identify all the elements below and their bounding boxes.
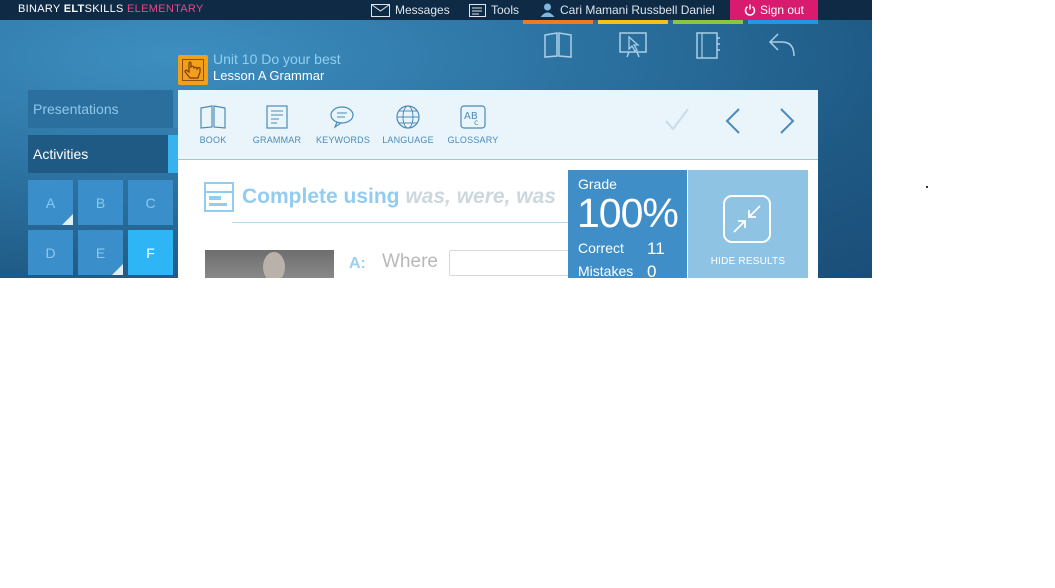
mistakes-value: 0 [647,262,657,281]
question-word: Where [382,251,438,272]
messages-label: Messages [395,3,450,17]
stray-dot [926,186,928,188]
completed-corner [112,264,123,275]
book-icon[interactable] [544,32,572,58]
activity-tile-a[interactable]: A [28,180,73,225]
mistakes-label: Mistakes [578,263,634,279]
heading-divider [232,222,612,223]
user-menu[interactable]: Cari Mamani Russbell Daniel [540,0,715,20]
exercise-title: Complete using was, were, was [242,185,556,209]
lesson-title: Lesson A Grammar [213,68,325,83]
book-icon [200,105,226,129]
tile-label: B [95,194,106,211]
presentations-label: Presentations [33,101,119,117]
unit-title: Unit 10 Do your best [213,51,341,67]
sidebar-item-presentations[interactable]: Presentations [28,90,178,128]
color-stripe-green [673,20,743,24]
collapse-arrows-icon [733,205,761,233]
collapse-frame [723,195,771,243]
svg-text:c: c [474,118,478,127]
exercise-photo [205,250,334,278]
toolbar-book-button[interactable]: BOOK [198,105,228,145]
hide-results-label: HIDE RESULTS [710,256,786,267]
speaker-label: A: [349,255,366,272]
sign-out-button[interactable]: Sign out [730,0,818,20]
tile-label: E [95,244,106,261]
unit-badge [178,55,208,85]
completed-corner [62,214,73,225]
exercise-title-text: Complete using [242,185,406,208]
grade-value: 100% [577,190,679,236]
exercise-heading: Complete using was, were, was [204,182,556,212]
tile-label: C [145,194,156,211]
activity-tile-e[interactable]: E [78,230,123,275]
color-stripe-yellow [598,20,668,24]
toolbar-glossary-button[interactable]: AB c GLOSSARY [446,105,500,145]
back-arrow-icon[interactable] [768,32,796,58]
toolbar-language-label: LANGUAGE [382,135,434,145]
envelope-icon [371,3,390,17]
hide-results-button[interactable]: HIDE RESULTS [688,170,808,278]
toolbar-grammar-button[interactable]: GRAMMAR [251,105,303,145]
exercise-title-words: was, were, was [405,185,556,208]
toolbar-grammar-label: GRAMMAR [252,135,302,145]
correct-value: 11 [647,239,665,258]
toolbar-keywords-label: KEYWORDS [315,135,371,145]
activity-tile-d[interactable]: D [28,230,73,275]
color-stripe-orange [523,20,593,24]
activities-label: Activities [33,146,89,162]
interactive-board-icon[interactable] [619,32,647,58]
tile-label: D [45,244,56,261]
activity-tile-c[interactable]: C [128,180,173,225]
exercise-icon [204,182,234,212]
tools-label: Tools [491,3,520,17]
activity-tile-b[interactable]: B [78,180,123,225]
notebook-icon[interactable] [695,32,721,59]
glossary-icon: ABc [460,105,486,129]
next-arrow-icon[interactable] [778,107,796,135]
color-stripe-blue [748,20,818,24]
user-name: Cari Mamani Russbell Daniel [560,3,715,17]
toolbar-keywords-button[interactable]: KEYWORDS [315,105,371,145]
resource-toolbar: BOOK GRAMMAR KEYWORDS LANGUAGE AB c GLOSS… [178,90,818,160]
tile-label: A [45,194,56,211]
activity-tile-f[interactable]: F [128,230,173,275]
globe-icon [396,105,420,129]
toolbar-glossary-label: GLOSSARY [447,135,499,145]
grade-panel: Grade 100% Correct 11 Mistakes 0 [568,170,687,281]
speech-bubble-icon [330,106,354,129]
tools-link[interactable]: Tools [469,0,519,20]
brand-logo: BINARY ELTSKILLS ELEMENTARY [18,3,204,15]
power-icon [744,4,756,16]
previous-arrow-icon[interactable] [724,107,742,135]
hand-pointer-icon [182,59,204,81]
tile-label: F [146,244,155,261]
messages-link[interactable]: Messages [371,0,450,20]
toolbar-language-button[interactable]: LANGUAGE [381,105,435,145]
person-photo [263,252,285,278]
grammar-icon [266,105,288,129]
top-bar: BINARY ELTSKILLS ELEMENTARY Messages Too… [0,0,872,20]
correct-label: Correct [578,240,624,256]
sign-out-label: Sign out [759,3,805,17]
activities-indicator [168,135,178,173]
tools-icon [469,3,486,17]
sidebar-item-activities[interactable]: Activities [28,135,178,173]
user-icon [540,3,555,17]
toolbar-book-label: BOOK [199,135,227,145]
check-answers-icon[interactable] [664,107,690,133]
